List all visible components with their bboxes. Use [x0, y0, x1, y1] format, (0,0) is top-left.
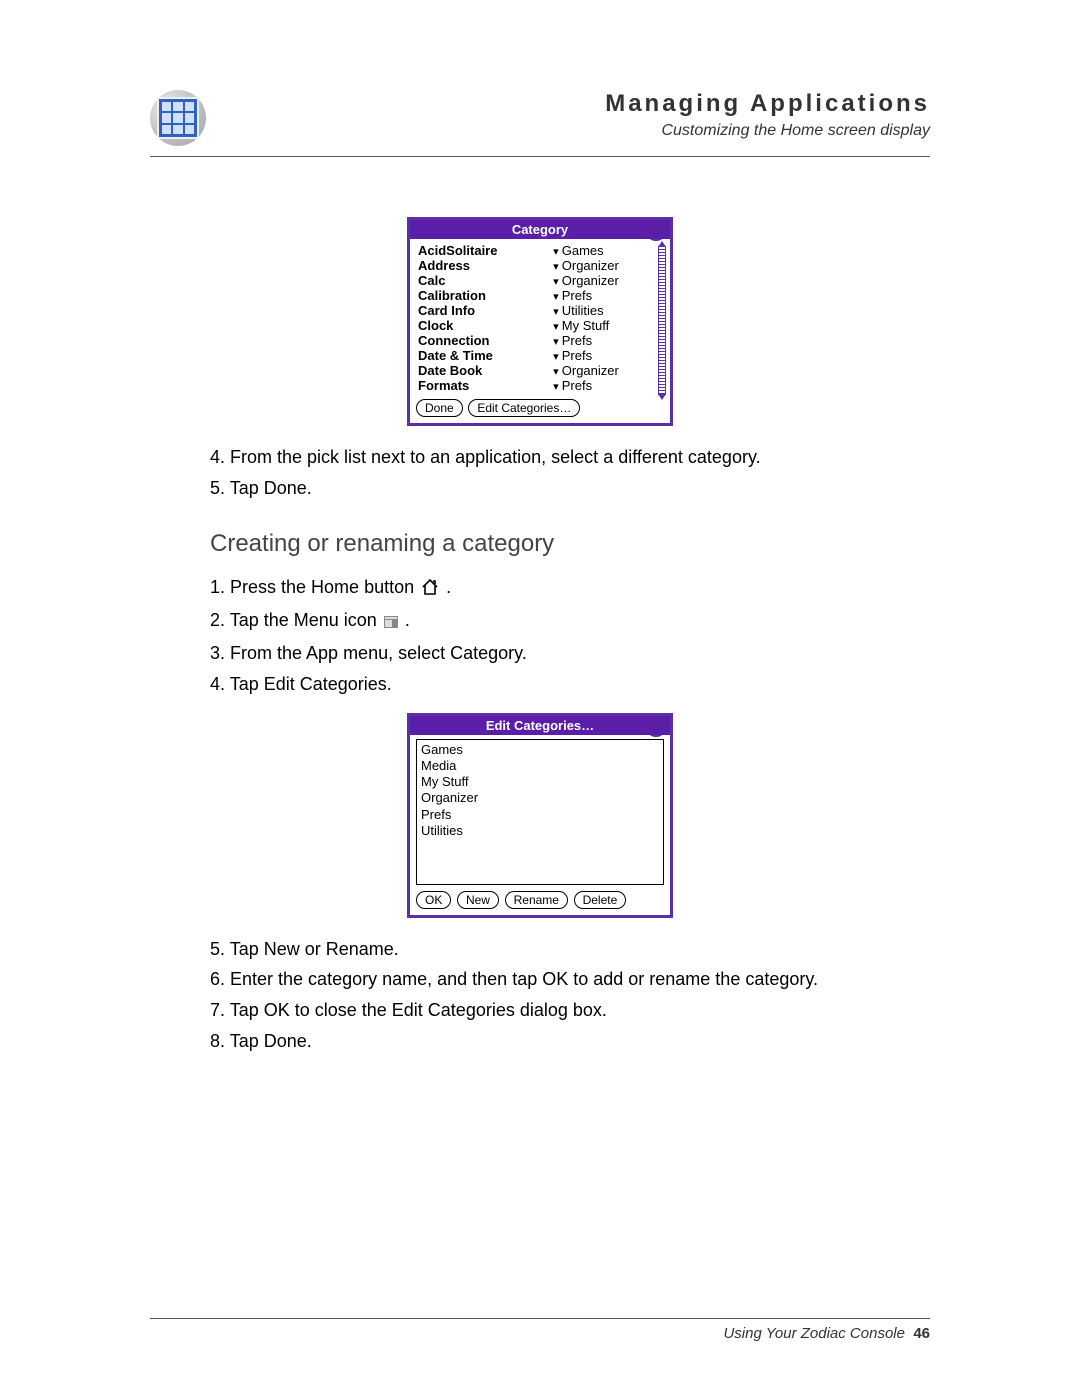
category-picker[interactable]: Organizer: [553, 273, 619, 288]
step: 1. Press the Home button .: [210, 574, 930, 604]
ok-button[interactable]: OK: [416, 891, 451, 909]
rename-button[interactable]: Rename: [505, 891, 568, 909]
step: 5. Tap New or Rename.: [210, 936, 930, 964]
table-row: FormatsPrefs: [416, 378, 664, 393]
home-icon: [421, 576, 439, 604]
page-number: 46: [913, 1325, 930, 1342]
menu-icon: [384, 609, 398, 637]
body: 4. From the pick list next to an applica…: [210, 444, 930, 699]
table-row: AddressOrganizer: [416, 258, 664, 273]
table-row: Date & TimePrefs: [416, 348, 664, 363]
step: 2. Tap the Menu icon .: [210, 607, 930, 637]
body: 5. Tap New or Rename. 6. Enter the categ…: [210, 936, 930, 1057]
table-row: ClockMy Stuff: [416, 318, 664, 333]
footer-text: Using Your Zodiac Console: [723, 1325, 905, 1342]
category-picker[interactable]: Games: [553, 243, 603, 258]
table-row: Card InfoUtilities: [416, 303, 664, 318]
step: 3. From the App menu, select Category.: [210, 640, 930, 668]
dialog-title: Category: [410, 220, 670, 239]
page-subtitle: Customizing the Home screen display: [226, 122, 930, 140]
scrollbar[interactable]: [658, 246, 666, 395]
edit-categories-dialog: i Edit Categories… Games Media My Stuff …: [407, 713, 673, 918]
edit-categories-button[interactable]: Edit Categories…: [468, 399, 580, 417]
step: 6. Enter the category name, and then tap…: [210, 966, 930, 994]
category-picker[interactable]: Organizer: [553, 258, 619, 273]
list-item[interactable]: Organizer: [421, 790, 659, 806]
table-row: CalcOrganizer: [416, 273, 664, 288]
dialog-title: Edit Categories…: [410, 716, 670, 735]
list-item[interactable]: Media: [421, 758, 659, 774]
category-picker[interactable]: Prefs: [553, 288, 592, 303]
list-item[interactable]: Games: [421, 742, 659, 758]
categories-listbox[interactable]: Games Media My Stuff Organizer Prefs Uti…: [416, 739, 664, 885]
section-heading: Creating or renaming a category: [210, 525, 930, 562]
category-picker[interactable]: Organizer: [553, 363, 619, 378]
apps-icon: [150, 90, 206, 146]
list-item[interactable]: My Stuff: [421, 774, 659, 790]
table-row: AcidSolitaireGames: [416, 243, 664, 258]
category-picker[interactable]: Prefs: [553, 378, 592, 393]
page: Managing Applications Customizing the Ho…: [0, 0, 1080, 1397]
delete-button[interactable]: Delete: [574, 891, 627, 909]
category-table: AcidSolitaireGames AddressOrganizer Calc…: [416, 243, 664, 393]
step: 8. Tap Done.: [210, 1028, 930, 1056]
table-row: ConnectionPrefs: [416, 333, 664, 348]
category-dialog: i Category AcidSolitaireGames AddressOrg…: [407, 217, 673, 426]
new-button[interactable]: New: [457, 891, 499, 909]
step: 4. From the pick list next to an applica…: [210, 444, 930, 472]
step: 5. Tap Done.: [210, 475, 930, 503]
list-item[interactable]: Prefs: [421, 807, 659, 823]
step: 7. Tap OK to close the Edit Categories d…: [210, 997, 930, 1025]
page-header: Managing Applications Customizing the Ho…: [150, 90, 930, 157]
table-row: Date BookOrganizer: [416, 363, 664, 378]
category-picker[interactable]: My Stuff: [553, 318, 609, 333]
category-picker[interactable]: Prefs: [553, 348, 592, 363]
category-picker[interactable]: Utilities: [553, 303, 603, 318]
table-row: CalibrationPrefs: [416, 288, 664, 303]
list-item[interactable]: Utilities: [421, 823, 659, 839]
page-title: Managing Applications: [226, 90, 930, 118]
step: 4. Tap Edit Categories.: [210, 671, 930, 699]
done-button[interactable]: Done: [416, 399, 463, 417]
category-picker[interactable]: Prefs: [553, 333, 592, 348]
page-footer: Using Your Zodiac Console 46: [150, 1318, 930, 1342]
